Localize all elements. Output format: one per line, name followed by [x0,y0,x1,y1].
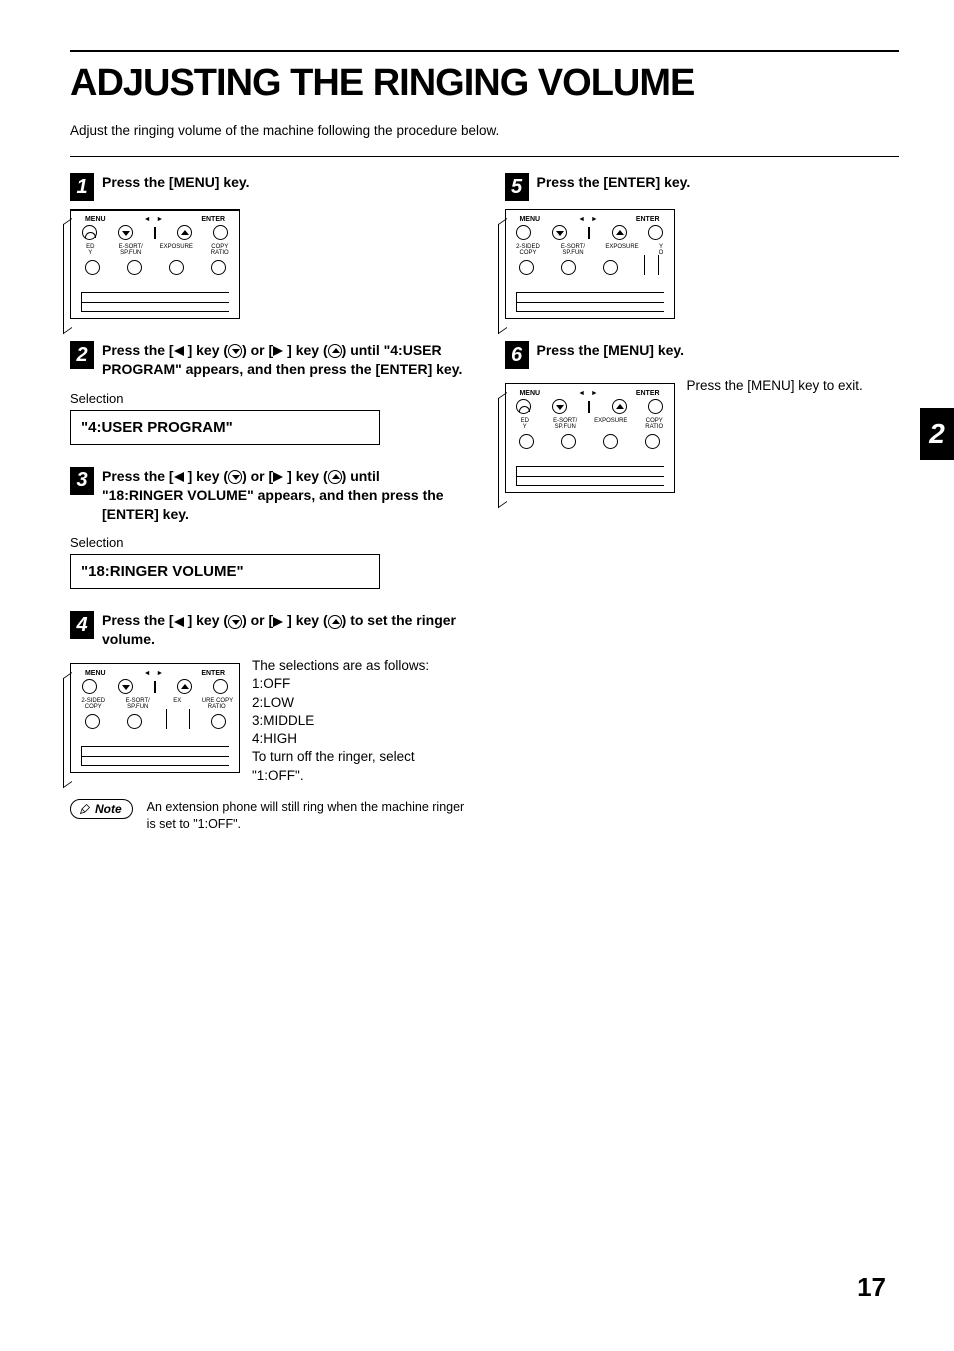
keypad-illustration: MENU ◄ ► ENTER EDY E-SORT/SP.FUN EXPOSUR… [70,209,240,319]
step-1: 1 Press the [MENU] key. MENU ◄ ► ENTER [70,173,465,319]
circle-down-icon [228,470,242,484]
circle-down-icon [228,344,242,358]
keypad-illustration: MENU ◄ ► ENTER EDY E-SORT/SP.FUN EXPOSUR… [505,383,675,493]
keypad-illustration: MENU ◄ ► ENTER 2-SIDEDCOPY E-SORT/SP.FUN… [70,663,240,773]
step-body-text: The selections are as follows: 1:OFF 2:L… [252,657,465,785]
step-number: 6 [505,341,529,369]
circle-up-icon [328,470,342,484]
step-title: Press the [MENU] key. [102,173,250,192]
step-title: Press the [] key () or [] key () until "… [102,467,465,524]
step-2: 2 Press the [] key () or [] key () until… [70,341,465,445]
note-text: An extension phone will still ring when … [147,799,465,833]
kp-menu-label: MENU [85,216,106,223]
step-title: Press the [ENTER] key. [537,173,691,192]
step-3: 3 Press the [] key () or [] key () until… [70,467,465,590]
page-number: 17 [857,1272,886,1303]
keypad-illustration: MENU ◄ ► ENTER 2-SIDEDCOPY E-SORT/SP.FUN… [505,209,675,319]
left-column: 1 Press the [MENU] key. MENU ◄ ► ENTER [70,173,465,855]
selection-display: "4:USER PROGRAM" [70,410,380,445]
step-6: 6 Press the [MENU] key. MENU ◄ ► ENTER [505,341,900,493]
selection-label: Selection [70,391,465,406]
step-side-text: Press the [MENU] key to exit. [687,377,863,395]
step-4: 4 Press the [] key () or [] key () to se… [70,611,465,832]
selection-label: Selection [70,535,465,550]
note-badge: Note [70,799,133,819]
arrow-left-icon [174,617,188,627]
intro-text: Adjust the ringing volume of the machine… [70,123,899,138]
step-title: Press the [MENU] key. [537,341,685,360]
circle-up-icon [328,344,342,358]
arrow-right-icon [273,472,287,482]
kp-enter-label: ENTER [201,216,225,223]
arrow-left-icon [174,346,188,356]
right-column: 5 Press the [ENTER] key. MENU ◄ ► ENTER … [505,173,900,855]
top-rule [70,50,899,52]
page-title: ADJUSTING THE RINGING VOLUME [70,62,899,105]
circle-down-icon [228,615,242,629]
note: Note An extension phone will still ring … [70,799,465,833]
step-number: 5 [505,173,529,201]
step-title: Press the [] key () or [] key () until "… [102,341,465,379]
selection-display: "18:RINGER VOLUME" [70,554,380,589]
pencil-icon [79,803,91,815]
step-number: 3 [70,467,94,495]
arrow-right-icon [273,346,287,356]
step-5: 5 Press the [ENTER] key. MENU ◄ ► ENTER … [505,173,900,319]
arrow-right-icon [273,617,287,627]
circle-up-icon [328,615,342,629]
two-columns: 1 Press the [MENU] key. MENU ◄ ► ENTER [70,173,899,855]
step-title: Press the [] key () or [] key () to set … [102,611,465,649]
arrow-left-icon [174,472,188,482]
step-number: 1 [70,173,94,201]
divider [70,156,899,157]
chapter-tab: 2 [920,408,954,460]
step-number: 4 [70,611,94,639]
step-number: 2 [70,341,94,369]
